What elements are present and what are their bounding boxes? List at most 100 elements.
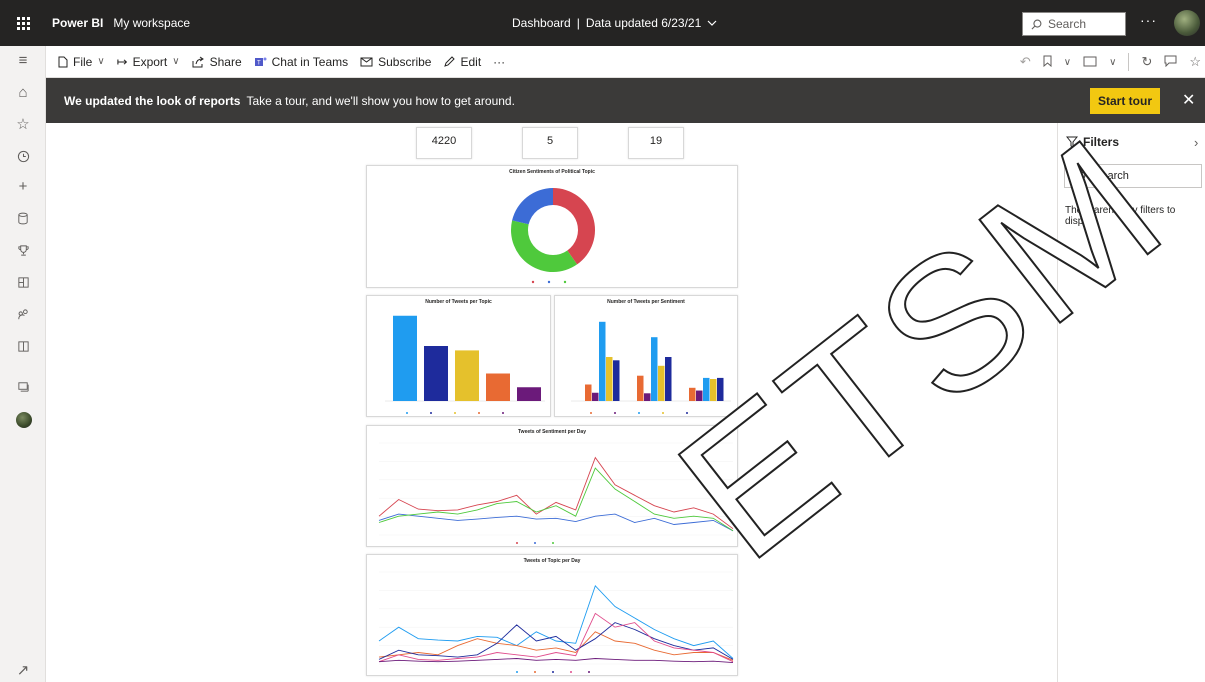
create-plus-icon[interactable]: + (0, 174, 46, 198)
workspaces-icon[interactable] (0, 374, 46, 398)
legend-swatch-neutral (547, 280, 551, 284)
user-avatar[interactable] (1174, 10, 1200, 36)
toolbar-divider (1128, 53, 1130, 71)
bar (486, 373, 510, 401)
collapse-filters-icon[interactable]: › (1194, 135, 1198, 150)
start-tour-button[interactable]: Start tour (1090, 88, 1160, 114)
filters-search-input[interactable]: Search (1064, 164, 1202, 188)
brand-label[interactable]: Power BI (52, 16, 103, 30)
bar-negative (613, 360, 620, 401)
recent-clock-icon[interactable] (0, 144, 46, 168)
banner-message: Take a tour, and we'll show you how to g… (246, 93, 515, 108)
data-updated-label: Data updated 6/23/21 (585, 16, 702, 30)
legend-swatch (638, 412, 640, 414)
subscribe-label: Subscribe (378, 54, 432, 69)
title-separator: | (576, 16, 580, 30)
app-launcher-icon[interactable] (0, 0, 46, 46)
chat-label: Chat in Teams (271, 54, 349, 69)
navigation-rail: ≡ ⌂ ☆ + ↗ (0, 46, 46, 682)
bookmark-icon[interactable] (1043, 55, 1052, 70)
subscribe-button[interactable]: Subscribe (360, 55, 431, 69)
expand-arrow-icon[interactable]: ↗ (0, 658, 46, 682)
export-menu[interactable]: ↦ Export ∨ (117, 54, 180, 70)
view-icon[interactable] (1083, 55, 1097, 70)
favorites-star-icon[interactable]: ☆ (0, 112, 46, 136)
hamburger-menu-icon[interactable]: ≡ (0, 48, 46, 72)
goals-trophy-icon[interactable] (0, 238, 46, 262)
topic-line-chart-card[interactable]: Tweets of Topic per Day (366, 554, 738, 676)
edit-button[interactable]: Edit (443, 55, 481, 69)
global-search-input[interactable]: Search (1022, 12, 1126, 36)
sentiment-line-chart-card[interactable]: Tweets of Sentiment per Day (366, 425, 738, 547)
more-options-icon[interactable]: ··· (1140, 12, 1157, 28)
topic-bar-chart-card[interactable]: Number of Tweets per Topic (366, 295, 551, 417)
bar-positive (696, 390, 703, 401)
legend-swatch-negative (531, 280, 535, 284)
legend-swatch (430, 412, 432, 414)
topic-bar-chart (385, 315, 545, 414)
sentiment-bar-chart-card[interactable]: Number of Tweets per Sentiment (554, 295, 738, 417)
legend-swatch (516, 671, 518, 673)
chevron-down-icon (707, 20, 717, 26)
my-workspace-avatar[interactable] (16, 412, 32, 428)
legend-swatch (502, 412, 504, 414)
chevron-down-icon[interactable]: ∨ (1109, 57, 1116, 68)
dashboard-name: Dashboard (512, 16, 571, 30)
share-label: Share (209, 54, 242, 69)
file-menu[interactable]: File ∨ (58, 55, 105, 69)
bar-negative (599, 321, 606, 401)
legend-swatch (686, 412, 688, 414)
bar (517, 387, 541, 401)
favorite-star-icon[interactable]: ☆ (1189, 54, 1201, 70)
more-actions-button[interactable]: ··· (493, 55, 505, 69)
legend-swatch (534, 671, 536, 673)
shared-with-me-icon[interactable] (0, 302, 46, 326)
learn-book-icon[interactable] (0, 334, 46, 358)
kpi-value: 19 (649, 135, 663, 147)
bar-positive (717, 377, 724, 401)
bar (455, 350, 479, 401)
chevron-down-icon: ∨ (172, 56, 180, 67)
filter-funnel-icon (1066, 136, 1078, 148)
search-icon (1075, 171, 1086, 181)
donut-slice-positive (511, 220, 578, 272)
announcement-banner: We updated the look of reports Take a to… (46, 78, 1205, 123)
donut-chart-card[interactable]: Citizen Sentiments of Political Topic (366, 165, 738, 288)
close-icon[interactable]: ✕ (1182, 90, 1195, 110)
teams-icon: T (254, 57, 267, 66)
file-icon (58, 56, 68, 67)
kpi-value: 4220 (431, 135, 457, 147)
kpi-card-total[interactable]: 4220 (416, 127, 472, 159)
bar-negative (585, 384, 592, 401)
legend-swatch (454, 412, 456, 414)
undo-icon[interactable]: ↶ (1020, 54, 1031, 70)
series-line (378, 467, 734, 532)
datasets-cylinder-icon[interactable] (0, 206, 46, 230)
legend-swatch (552, 542, 554, 544)
dashboard-canvas: 4220 5 19 Citizen Sentiments of Politica… (46, 123, 1056, 682)
legend-swatch (516, 542, 518, 544)
banner-heading: We updated the look of reports (64, 93, 241, 108)
kpi-card-topics[interactable]: 5 (522, 127, 578, 159)
kpi-label (523, 149, 577, 153)
export-label: Export (132, 54, 168, 69)
workspace-breadcrumb[interactable]: My workspace (113, 16, 190, 30)
comment-icon[interactable] (1164, 55, 1177, 70)
legend-swatch (534, 542, 536, 544)
refresh-icon[interactable]: ↻ (1141, 54, 1152, 70)
filters-title: Filters (1083, 135, 1120, 149)
share-button[interactable]: Share (192, 55, 242, 69)
legend-swatch (588, 671, 590, 673)
legend-swatch (614, 412, 616, 414)
apps-icon[interactable] (0, 270, 46, 294)
bar (424, 346, 448, 401)
filters-header: Filters (1066, 135, 1119, 149)
chat-in-teams-button[interactable]: T Chat in Teams (254, 55, 348, 69)
chevron-down-icon[interactable]: ∨ (1064, 57, 1071, 68)
filters-empty-message: There aren't any filters to display. (1065, 205, 1176, 227)
kpi-card-days[interactable]: 19 (628, 127, 684, 159)
home-icon[interactable]: ⌂ (0, 80, 46, 104)
dashboard-title[interactable]: Dashboard | Data updated 6/23/21 (512, 16, 717, 30)
bar-positive (710, 379, 717, 401)
mail-icon (360, 57, 373, 66)
